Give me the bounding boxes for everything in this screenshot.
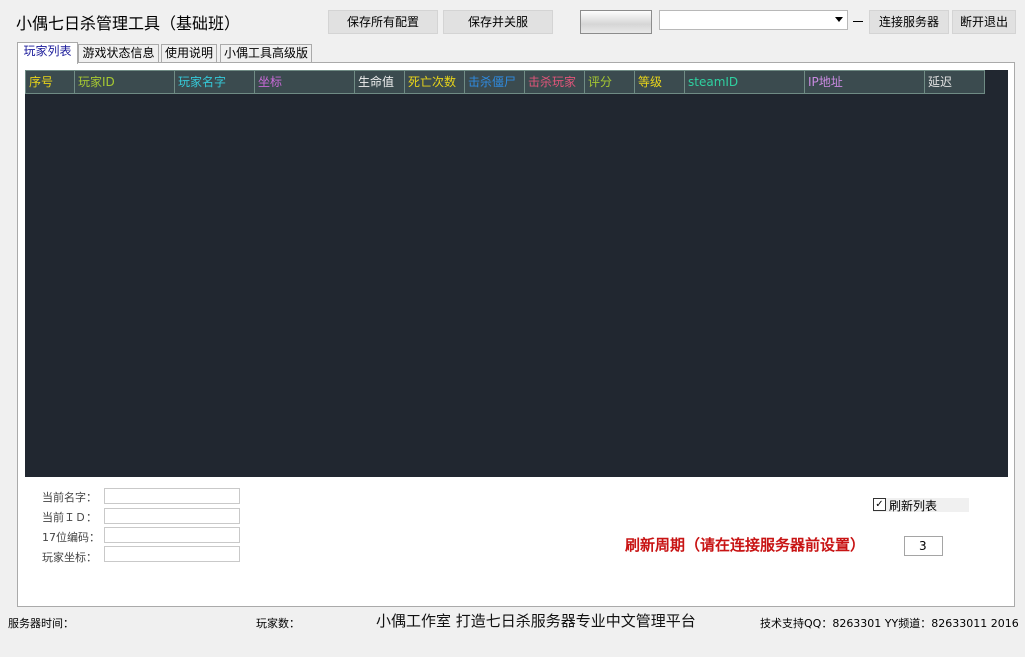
- save-and-shutdown-button[interactable]: 保存并关服: [443, 10, 553, 34]
- column-header[interactable]: 序号: [25, 70, 75, 94]
- check-icon[interactable]: ✓: [873, 498, 886, 511]
- current-id-field[interactable]: [104, 508, 240, 524]
- column-header[interactable]: 生命值: [355, 70, 405, 94]
- minus-button[interactable]: [849, 10, 867, 34]
- column-header[interactable]: 玩家ID: [75, 70, 175, 94]
- column-header[interactable]: 延迟: [925, 70, 985, 94]
- status-progress-bar: [580, 10, 652, 34]
- code17-label: 17位编码：: [42, 531, 100, 544]
- column-header[interactable]: 击杀僵尸: [465, 70, 525, 94]
- current-id-label: 当前ＩＤ：: [42, 511, 97, 524]
- studio-slogan: 小偶工作室 打造七日杀服务器专业中文管理平台: [376, 612, 696, 630]
- player-coord-label: 玩家坐标：: [42, 551, 97, 564]
- code17-field[interactable]: [104, 527, 240, 543]
- server-select[interactable]: [659, 10, 848, 30]
- column-header[interactable]: 死亡次数: [405, 70, 465, 94]
- column-header[interactable]: 等级: [635, 70, 685, 94]
- tab-usage-help[interactable]: 使用说明: [161, 44, 217, 63]
- support-info: 技术支持QQ：8263301 YY频道：82633011 2016: [760, 617, 1019, 630]
- grid-header: 序号 玩家ID 玩家名字 坐标 生命值 死亡次数 击杀僵尸 击杀玩家 评分 等级 steamID IP…: [25, 70, 985, 94]
- connect-server-button[interactable]: 连接服务器: [869, 10, 949, 34]
- player-coord-field[interactable]: [104, 546, 240, 562]
- column-header[interactable]: 坐标: [255, 70, 355, 94]
- tab-game-status[interactable]: 游戏状态信息: [78, 44, 159, 63]
- column-header[interactable]: IP地址: [805, 70, 925, 94]
- column-header[interactable]: 击杀玩家: [525, 70, 585, 94]
- column-header[interactable]: 玩家名字: [175, 70, 255, 94]
- refresh-list-toggle[interactable]: ✓ 刷新列表: [873, 498, 969, 513]
- app-title: 小偶七日杀管理工具（基础班）: [16, 14, 241, 33]
- refresh-list-label: 刷新列表: [889, 499, 938, 513]
- refresh-period-input[interactable]: 3: [904, 536, 943, 556]
- chevron-down-icon[interactable]: [835, 17, 843, 22]
- current-name-label: 当前名字：: [42, 491, 97, 504]
- column-header[interactable]: 评分: [585, 70, 635, 94]
- disconnect-exit-button[interactable]: 断开退出: [952, 10, 1016, 34]
- tab-player-list[interactable]: 玩家列表: [17, 42, 78, 64]
- current-name-field[interactable]: [104, 488, 240, 504]
- player-count-label: 玩家数：: [256, 617, 300, 630]
- refresh-period-label: 刷新周期（请在连接服务器前设置）: [625, 536, 866, 554]
- column-header[interactable]: steamID: [685, 70, 805, 94]
- save-all-config-button[interactable]: 保存所有配置: [328, 10, 438, 34]
- tab-advanced-version[interactable]: 小偶工具高级版: [220, 44, 312, 63]
- server-time-label: 服务器时间：: [8, 617, 74, 630]
- player-list-panel: 序号 玩家ID 玩家名字 坐标 生命值 死亡次数 击杀僵尸 击杀玩家 评分 等级 steamID IP…: [17, 62, 1015, 607]
- player-grid[interactable]: 序号 玩家ID 玩家名字 坐标 生命值 死亡次数 击杀僵尸 击杀玩家 评分 等级 steamID IP…: [25, 70, 1008, 477]
